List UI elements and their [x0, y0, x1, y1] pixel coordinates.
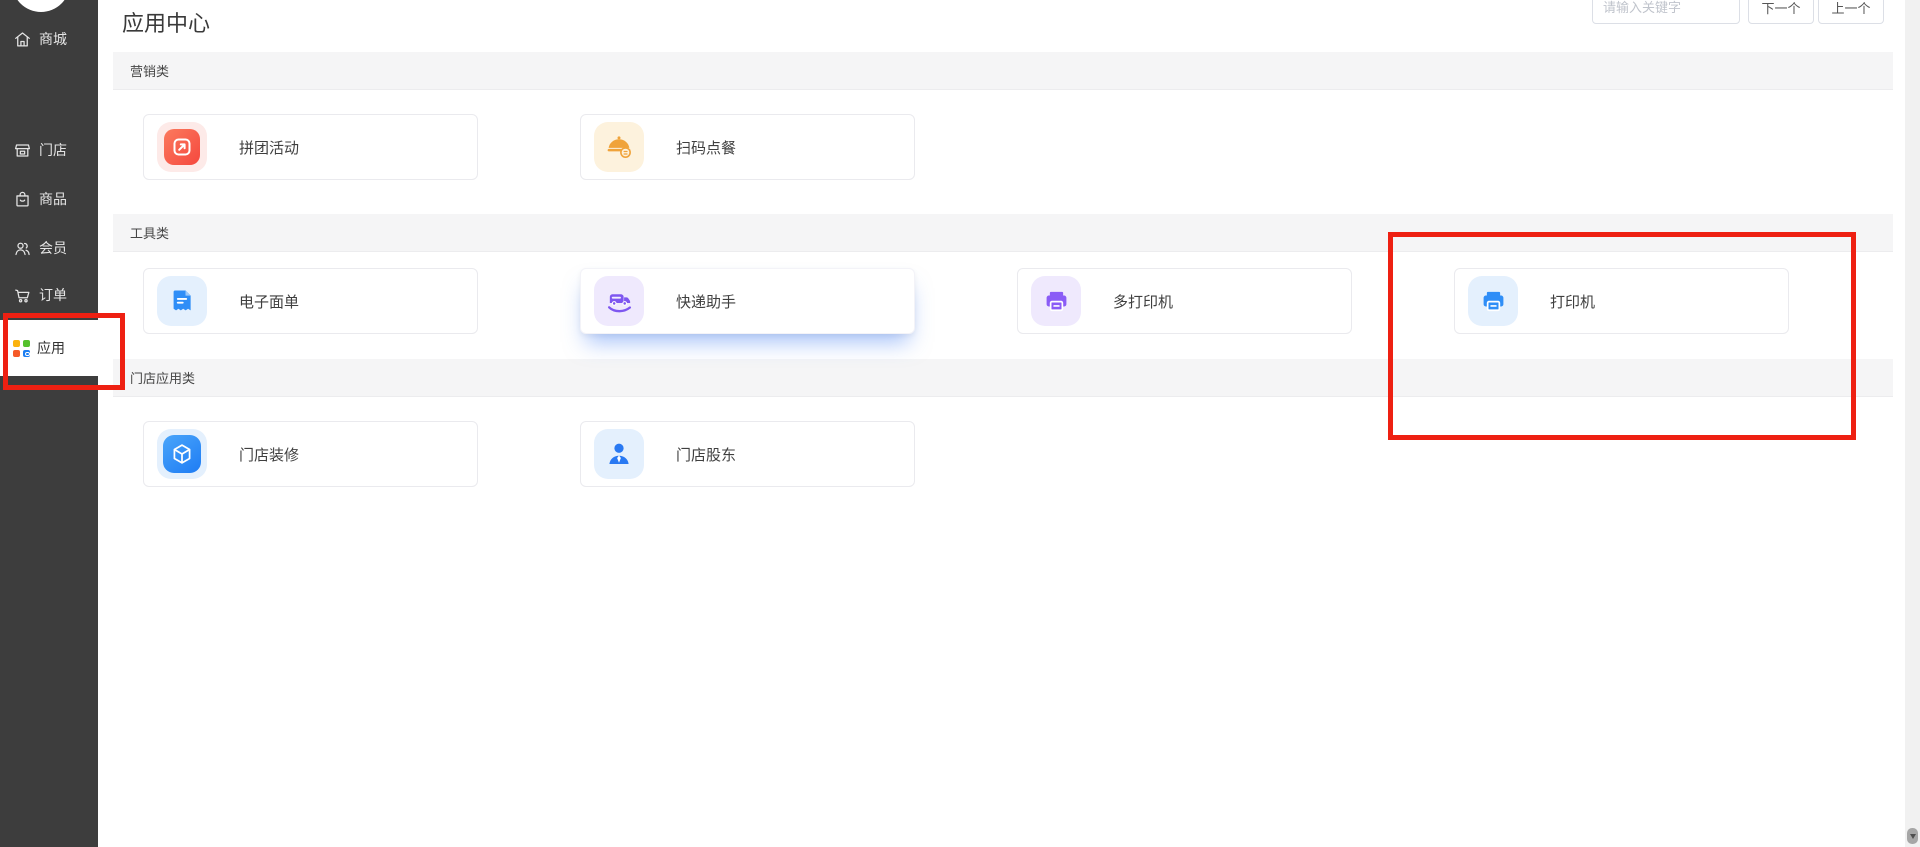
- sidebar-item-label: 商品: [39, 191, 67, 207]
- app-card-ewaybill[interactable]: 电子面单: [143, 268, 478, 334]
- app-card-label: 快递助手: [676, 293, 737, 311]
- prev-button[interactable]: 上一个: [1818, 0, 1884, 24]
- members-icon: [15, 242, 30, 255]
- sidebar-item-store[interactable]: 门店: [0, 136, 98, 164]
- goods-icon: [16, 191, 29, 206]
- sidebar-item-members[interactable]: 会员: [0, 234, 98, 262]
- main-content: 应用中心 下一个 上一个 营销类 工具类 门店应用类 拼团活动: [98, 0, 1905, 847]
- annotation-box-printer-region: [1388, 232, 1856, 440]
- app-card-multi-printer[interactable]: 多打印机: [1017, 268, 1352, 334]
- orders-cart-icon: [15, 288, 30, 302]
- sidebar-item-label: 会员: [39, 240, 67, 256]
- app-card-label: 门店股东: [676, 446, 737, 464]
- app-card-group-buy[interactable]: 拼团活动: [143, 114, 478, 180]
- sidebar-item-apps[interactable]: 应用: [0, 320, 98, 376]
- keyword-search-input[interactable]: [1592, 0, 1740, 24]
- apps-grid-icon: [13, 339, 30, 357]
- multi-printer-icon: [1031, 276, 1081, 326]
- scan-order-icon: [594, 122, 644, 172]
- sidebar-item-label: 应用: [37, 340, 65, 356]
- mall-home-icon: [15, 31, 30, 46]
- section-header-marketing: 营销类: [113, 52, 1893, 90]
- printer-icon: [1468, 276, 1518, 326]
- store-decoration-icon: [157, 429, 207, 479]
- app-card-express-helper[interactable]: 快递助手: [580, 268, 915, 334]
- sidebar-item-label: 门店: [39, 142, 67, 158]
- scroll-down-arrow-icon: [1909, 833, 1916, 839]
- sidebar-item-orders[interactable]: 订单: [0, 281, 98, 309]
- vertical-scrollbar[interactable]: [1905, 0, 1920, 847]
- app-card-store-decoration[interactable]: 门店装修: [143, 421, 478, 487]
- sidebar: 商城 门店 商品 会员 订单 应用: [0, 0, 98, 847]
- app-card-label: 扫码点餐: [676, 139, 737, 157]
- app-card-store-shareholder[interactable]: 门店股东: [580, 421, 915, 487]
- section-header-tools: 工具类: [113, 214, 1893, 252]
- page-title: 应用中心: [122, 11, 211, 36]
- store-icon: [14, 143, 31, 157]
- express-helper-icon: [594, 276, 644, 326]
- logo-avatar: [12, 0, 70, 12]
- app-card-label: 门店装修: [239, 446, 300, 464]
- scrollbar-down-button[interactable]: [1907, 828, 1918, 844]
- sidebar-item-label: 商城: [39, 31, 67, 47]
- app-card-scan-order[interactable]: 扫码点餐: [580, 114, 915, 180]
- app-card-printer[interactable]: 打印机: [1454, 268, 1789, 334]
- app-card-label: 多打印机: [1113, 293, 1174, 311]
- app-card-label: 拼团活动: [239, 139, 300, 157]
- app-card-label: 打印机: [1550, 293, 1596, 311]
- sidebar-item-label: 订单: [39, 287, 67, 303]
- sidebar-item-mall[interactable]: 商城: [0, 25, 98, 53]
- ewaybill-icon: [157, 276, 207, 326]
- next-button[interactable]: 下一个: [1748, 0, 1814, 24]
- app-card-label: 电子面单: [239, 293, 300, 311]
- section-header-store-apps: 门店应用类: [113, 359, 1893, 397]
- store-shareholder-icon: [594, 429, 644, 479]
- group-buy-icon: [157, 122, 207, 172]
- sidebar-item-goods[interactable]: 商品: [0, 185, 98, 213]
